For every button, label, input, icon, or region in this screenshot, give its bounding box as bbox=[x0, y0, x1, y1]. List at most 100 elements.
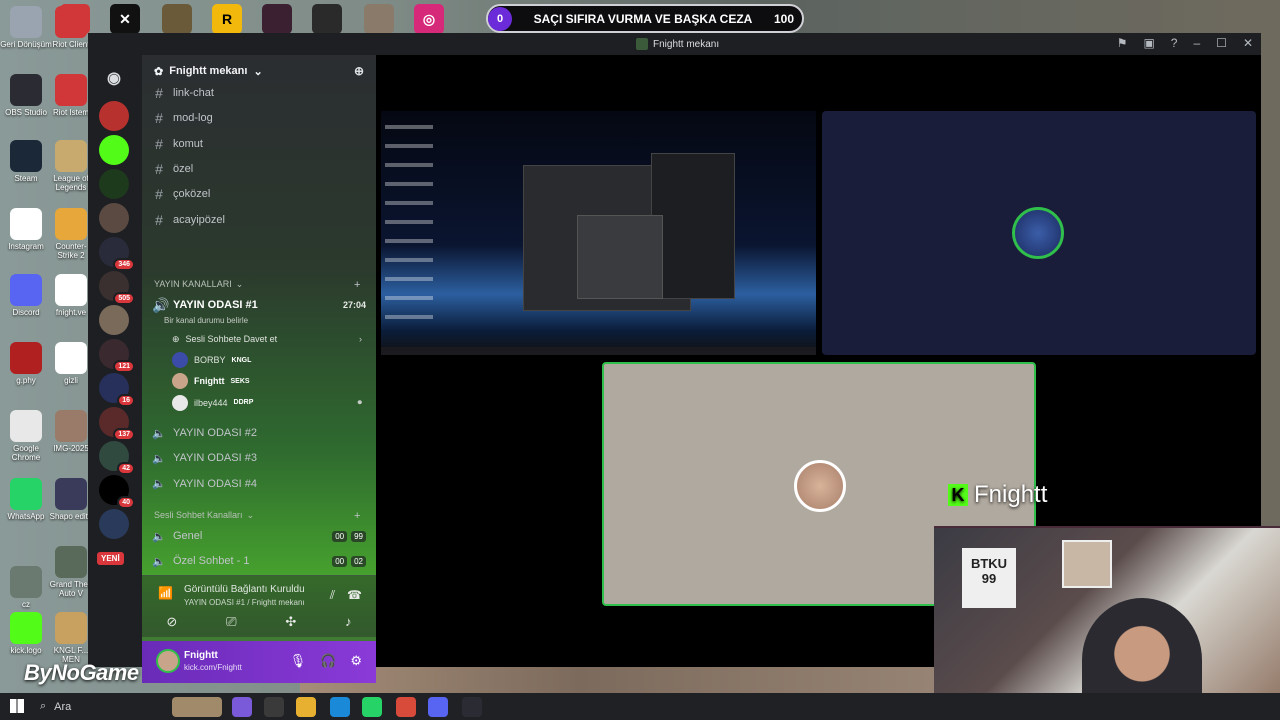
disconnect-icon[interactable]: ☎ bbox=[347, 588, 362, 603]
server-icon[interactable]: 121 bbox=[99, 339, 135, 373]
user-status: kick.com/Fnightt bbox=[184, 663, 242, 672]
desktop-shortcut-label: Discord bbox=[12, 308, 40, 317]
desktop-shortcut[interactable]: Geri Dönüşüm bbox=[0, 6, 52, 49]
server-icon[interactable]: 42 bbox=[99, 441, 135, 475]
discord-taskbar-icon[interactable] bbox=[428, 697, 448, 717]
game2-app-icon[interactable] bbox=[262, 4, 292, 34]
desktop-shortcut-icon bbox=[10, 612, 42, 644]
text-channel[interactable]: # özel bbox=[152, 158, 366, 180]
desktop-shortcut[interactable]: kick.logo bbox=[0, 612, 52, 655]
game4-app-icon[interactable] bbox=[364, 4, 394, 34]
noise-suppression-icon[interactable]: ⫽ bbox=[330, 588, 335, 603]
chevron-down-icon: ⌄ bbox=[246, 510, 255, 520]
voice-location[interactable]: YAYIN ODASI #1 / Fnightt mekanı bbox=[184, 598, 305, 607]
edge-icon[interactable] bbox=[330, 697, 350, 717]
text-channel[interactable]: # mod-log bbox=[152, 107, 366, 129]
voice-channel[interactable]: 🔈 YAYIN ODASI #2 bbox=[152, 422, 366, 444]
avatar[interactable] bbox=[156, 649, 180, 673]
desktop-shortcut-icon bbox=[10, 74, 42, 106]
server-icon[interactable]: 137 bbox=[99, 407, 135, 441]
gear-icon[interactable]: ⚙ bbox=[350, 653, 362, 669]
server-icon[interactable] bbox=[99, 203, 129, 233]
capcut-app-icon[interactable]: ✕ bbox=[110, 4, 140, 34]
obs-taskbar-icon[interactable] bbox=[462, 697, 482, 717]
voice-user[interactable]: ilbey444 DDRP ⏺ bbox=[172, 393, 362, 413]
add-channel-icon[interactable]: + bbox=[354, 279, 360, 291]
desktop-shortcut[interactable]: g.phy bbox=[0, 342, 52, 385]
chevron-down-icon: ⌄ bbox=[253, 65, 263, 78]
voice-user[interactable]: Fnightt SEKS bbox=[172, 371, 362, 391]
invite-to-voice[interactable]: ⊕ Sesli Sohbete Davet et › bbox=[172, 329, 362, 349]
instagram-app-icon[interactable]: ◎ bbox=[414, 4, 444, 34]
desktop-shortcut[interactable]: cz bbox=[0, 566, 52, 609]
voice-status: Görüntülü Bağlantı Kuruldu bbox=[184, 584, 305, 595]
avatar bbox=[794, 460, 846, 512]
server-icon[interactable] bbox=[99, 305, 129, 335]
desktop-shortcut[interactable]: Discord bbox=[0, 274, 52, 317]
microphone-icon[interactable]: 🎙 bbox=[290, 653, 307, 669]
screen-share-tile[interactable] bbox=[381, 111, 816, 355]
server-icon[interactable] bbox=[99, 101, 129, 131]
camera-off-icon[interactable]: ⊘ bbox=[166, 614, 177, 630]
desktop-shortcut-icon bbox=[10, 140, 42, 172]
discord-home-icon[interactable]: ◉ bbox=[99, 63, 129, 93]
weather-widget-icon[interactable] bbox=[172, 697, 222, 717]
window-titlebar: Fnightt mekanı ⚑ ▣ ? – ☐ ✕ bbox=[88, 33, 1261, 55]
desktop-shortcut[interactable]: WhatsApp bbox=[0, 478, 52, 521]
voice-channel-active[interactable]: 🔊 YAYIN ODASI #1 27:04 bbox=[152, 294, 366, 316]
desktop-shortcut-icon bbox=[55, 208, 87, 240]
game3-app-icon[interactable] bbox=[312, 4, 342, 34]
desktop-shortcut[interactable]: OBS Studio bbox=[0, 74, 52, 117]
channel-status-hint[interactable]: Bir kanal durumu belirle bbox=[164, 316, 248, 325]
activities-icon[interactable]: ✣ bbox=[285, 614, 296, 630]
voice-channel[interactable]: 🔈 YAYIN ODASI #4 bbox=[152, 473, 366, 495]
text-channel[interactable]: # çoközel bbox=[152, 183, 366, 205]
headphones-icon[interactable]: 🎧 bbox=[320, 653, 336, 669]
server-icon[interactable]: 346 bbox=[99, 237, 135, 271]
voice-user[interactable]: BORBY KNGL bbox=[172, 350, 362, 370]
server-icon[interactable] bbox=[99, 169, 129, 199]
voice-category[interactable]: YAYIN KANALLARI ⌄ + bbox=[154, 279, 368, 291]
server-icon[interactable] bbox=[99, 135, 129, 165]
maximize-icon[interactable]: ☐ bbox=[1216, 36, 1227, 50]
close-icon[interactable]: ✕ bbox=[1243, 36, 1253, 50]
desktop-shortcut-icon bbox=[55, 6, 87, 38]
soundboard-icon[interactable]: ♪ bbox=[345, 614, 352, 630]
store-icon[interactable] bbox=[264, 697, 284, 717]
voice-channel[interactable]: 🔈 Genel 00 99 bbox=[152, 525, 366, 547]
copilot-icon[interactable] bbox=[232, 697, 252, 717]
text-channel[interactable]: # link-chat bbox=[152, 82, 366, 104]
help-icon[interactable]: ? bbox=[1171, 36, 1178, 50]
desktop-shortcut[interactable]: Google Chrome bbox=[0, 410, 52, 462]
server-icon[interactable]: 40 bbox=[99, 475, 135, 509]
desktop-shortcut-icon bbox=[55, 74, 87, 106]
server-icon[interactable]: 505 bbox=[99, 271, 135, 305]
kick-overlay: K Fnightt bbox=[948, 481, 1047, 509]
flag-icon[interactable]: ⚑ bbox=[1117, 36, 1128, 50]
voice-channel[interactable]: 🔈 Özel Sohbet - 1 00 02 bbox=[152, 550, 366, 572]
windows-start-icon[interactable] bbox=[10, 699, 24, 713]
desktop-shortcut[interactable]: Instagram bbox=[0, 208, 52, 251]
minimize-icon[interactable]: – bbox=[1193, 36, 1200, 50]
text-channel[interactable]: # komut bbox=[152, 133, 366, 155]
desktop-shortcut-icon bbox=[55, 612, 87, 644]
participant-tile[interactable] bbox=[822, 111, 1256, 355]
text-channel[interactable]: # acayipözel bbox=[152, 209, 366, 231]
voice-channel[interactable]: 🔈 YAYIN ODASI #3 bbox=[152, 447, 366, 469]
add-channel-icon[interactable]: + bbox=[354, 510, 360, 522]
desktop-shortcut-icon bbox=[10, 342, 42, 374]
file-explorer-icon[interactable] bbox=[296, 697, 316, 717]
whatsapp-icon[interactable] bbox=[362, 697, 382, 717]
server-icon[interactable]: 16 bbox=[99, 373, 135, 407]
chrome-icon[interactable] bbox=[396, 697, 416, 717]
screen-share-icon[interactable]: ⎚ bbox=[226, 614, 236, 630]
game-app-icon[interactable] bbox=[162, 4, 192, 34]
add-user-icon[interactable]: ⊕ bbox=[354, 64, 364, 78]
popout-icon[interactable]: ▣ bbox=[1143, 36, 1154, 50]
search-placeholder: Ara bbox=[54, 700, 72, 713]
desktop-shortcut-label: Steam bbox=[14, 174, 38, 183]
rockstar-app-icon[interactable]: R bbox=[212, 4, 242, 34]
server-icon[interactable] bbox=[99, 509, 129, 539]
desktop-shortcut[interactable]: Steam bbox=[0, 140, 52, 183]
chat-category[interactable]: Sesli Sohbet Kanalları ⌄ + bbox=[154, 510, 368, 522]
